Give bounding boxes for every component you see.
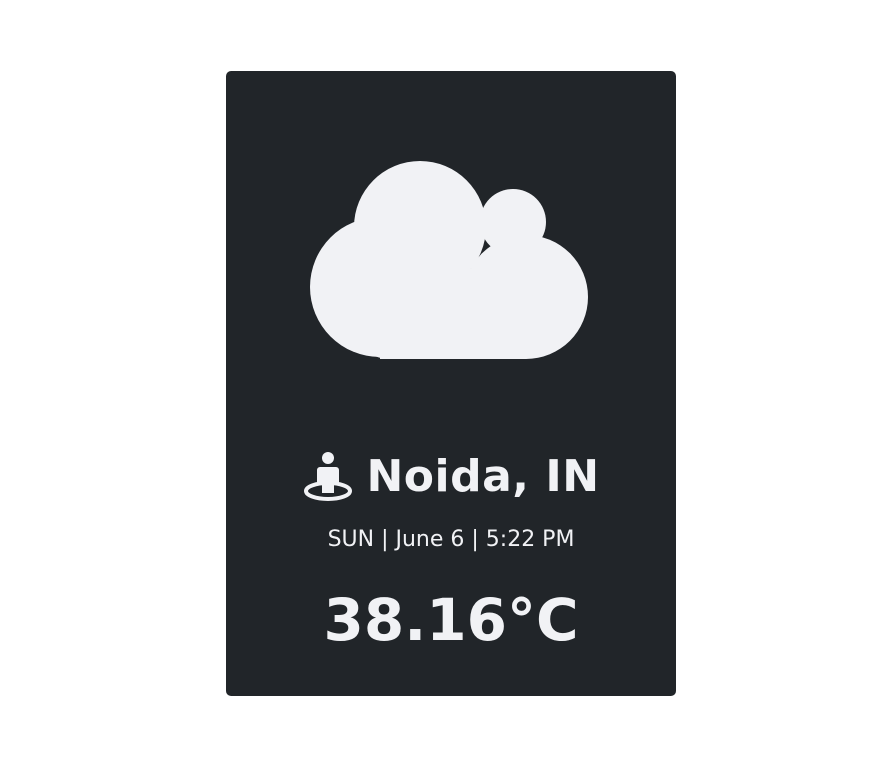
location-row: Noida, IN xyxy=(226,451,676,503)
date-time-label: SUN | June 6 | 5:22 PM xyxy=(327,527,575,552)
cloud-icon xyxy=(310,159,594,359)
page: Noida, IN SUN | June 6 | 5:22 PM 38.16°C xyxy=(0,0,889,759)
street-view-icon xyxy=(302,451,354,503)
weather-card: Noida, IN SUN | June 6 | 5:22 PM 38.16°C xyxy=(226,71,676,696)
location-name: Noida, IN xyxy=(366,451,600,502)
temperature-value: 38.16°C xyxy=(323,586,579,654)
